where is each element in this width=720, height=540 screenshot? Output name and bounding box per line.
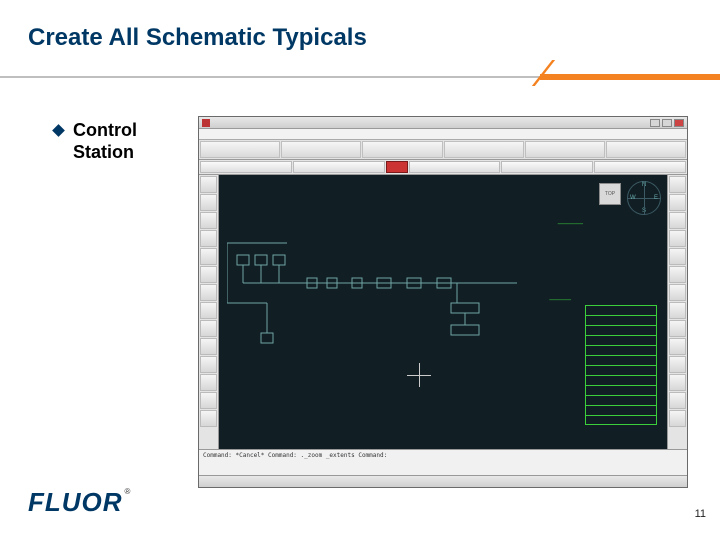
- tool-button: [200, 356, 217, 373]
- viewcube: TOP: [599, 183, 621, 205]
- tool-button: [669, 248, 686, 265]
- close-icon: [674, 119, 684, 127]
- tool-button: [200, 410, 217, 427]
- tool-button: [669, 284, 686, 301]
- layer-dropdown: [200, 161, 292, 173]
- bullet-text: Control Station: [73, 120, 183, 163]
- tool-button: [200, 176, 217, 193]
- compass-s: S: [642, 208, 646, 214]
- page-number: 11: [695, 508, 706, 520]
- tool-button: [669, 194, 686, 211]
- compass-n: N: [642, 182, 646, 188]
- prop-group: [293, 161, 385, 173]
- compass-icon: N E S W: [627, 181, 661, 215]
- tool-button: [669, 356, 686, 373]
- tool-button: [200, 320, 217, 337]
- tool-button: [200, 194, 217, 211]
- workspace: TOP N E S W: [199, 175, 687, 449]
- properties-bar: [199, 160, 687, 175]
- tool-button: [200, 230, 217, 247]
- tool-button: [669, 320, 686, 337]
- schematic-drawing: [227, 233, 517, 353]
- schematic-annotation: ──────: [549, 297, 571, 304]
- logo-text: FLUOR: [28, 487, 123, 518]
- layer-field: [409, 161, 501, 173]
- tool-button: [200, 338, 217, 355]
- compass-e: E: [654, 195, 658, 201]
- linetype-field: [501, 161, 593, 173]
- ribbon-group: [606, 141, 686, 158]
- status-bar: [199, 475, 687, 487]
- tool-button: [669, 212, 686, 229]
- tool-button: [669, 230, 686, 247]
- app-icon: [202, 119, 210, 127]
- tool-button: [200, 284, 217, 301]
- tool-button: [200, 266, 217, 283]
- registered-mark: ®: [125, 487, 131, 496]
- menu-bar: [199, 129, 687, 140]
- slide: Create All Schematic Typicals Control St…: [0, 0, 720, 540]
- tool-button: [669, 266, 686, 283]
- window-titlebar: [199, 117, 687, 129]
- tool-button: [669, 410, 686, 427]
- ribbon-group: [525, 141, 605, 158]
- tool-button: [669, 176, 686, 193]
- tool-button: [669, 392, 686, 409]
- ribbon-toolbar: [199, 140, 687, 160]
- schematic-annotation: ───────: [558, 221, 583, 228]
- ribbon-group: [200, 141, 280, 158]
- compass-w: W: [630, 195, 636, 201]
- ribbon-group: [362, 141, 442, 158]
- cad-screenshot: TOP N E S W: [198, 116, 688, 488]
- tool-button: [669, 374, 686, 391]
- minimize-icon: [650, 119, 660, 127]
- drawing-canvas: TOP N E S W: [219, 175, 667, 449]
- tool-button: [200, 302, 217, 319]
- title-rule: [0, 70, 720, 84]
- logo: FLUOR ®: [28, 487, 130, 518]
- ribbon-group: [444, 141, 524, 158]
- tool-button: [669, 302, 686, 319]
- orange-diagonal: [532, 60, 555, 86]
- bullet-control-station: Control Station: [54, 120, 183, 163]
- slide-title: Create All Schematic Typicals: [28, 24, 367, 52]
- command-line: Command: *Cancel* Command: ._zoom _exten…: [199, 449, 687, 475]
- tool-button: [200, 212, 217, 229]
- title-block: [585, 305, 657, 425]
- window-buttons: [650, 119, 684, 127]
- tool-button: [669, 338, 686, 355]
- bullet-diamond-icon: [52, 124, 65, 137]
- ribbon-group: [281, 141, 361, 158]
- left-tool-palette: [199, 175, 219, 449]
- right-tool-palette: [667, 175, 687, 449]
- tool-button: [200, 248, 217, 265]
- maximize-icon: [662, 119, 672, 127]
- orange-bar: [540, 74, 720, 80]
- tool-button: [200, 392, 217, 409]
- byLayer-field: [594, 161, 686, 173]
- color-swatch: [386, 161, 408, 173]
- tool-button: [200, 374, 217, 391]
